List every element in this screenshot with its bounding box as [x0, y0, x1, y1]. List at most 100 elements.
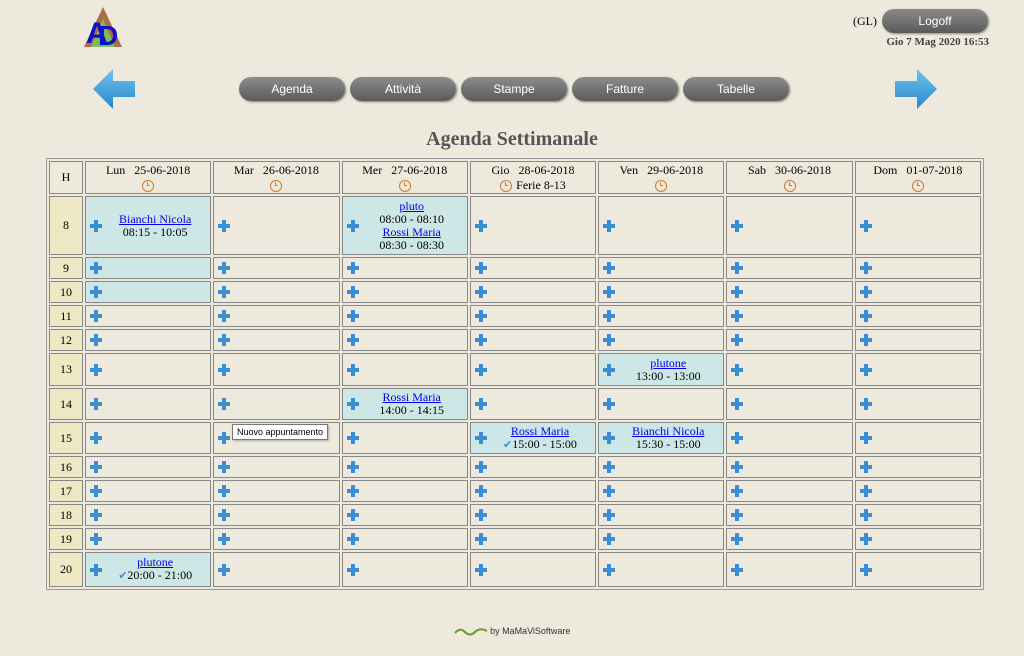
add-appointment-icon[interactable] — [90, 334, 102, 346]
add-appointment-icon[interactable] — [731, 432, 744, 444]
nav-attivita-button[interactable]: Attività — [350, 77, 456, 101]
next-week-arrow-icon[interactable] — [893, 66, 939, 112]
logoff-button[interactable]: Logoff — [882, 9, 988, 33]
add-appointment-icon[interactable] — [859, 398, 872, 410]
add-appointment-icon[interactable] — [346, 363, 359, 376]
clock-icon[interactable] — [398, 179, 411, 192]
add-appointment-icon[interactable] — [474, 432, 487, 444]
add-appointment-icon[interactable] — [90, 432, 102, 444]
add-appointment-icon[interactable] — [218, 432, 231, 444]
appointment-patient-link[interactable]: Rossi Maria — [383, 225, 441, 239]
add-appointment-icon[interactable] — [90, 485, 102, 497]
clock-icon[interactable] — [783, 179, 796, 192]
add-appointment-icon[interactable] — [859, 485, 872, 497]
add-appointment-icon[interactable] — [603, 563, 616, 576]
add-appointment-icon[interactable] — [859, 533, 872, 545]
add-appointment-icon[interactable] — [731, 286, 744, 298]
add-appointment-icon[interactable] — [346, 219, 359, 232]
add-appointment-icon[interactable] — [218, 310, 231, 322]
add-appointment-icon[interactable] — [90, 286, 102, 298]
clock-icon[interactable] — [500, 179, 513, 192]
add-appointment-icon[interactable] — [859, 461, 872, 473]
add-appointment-icon[interactable] — [474, 461, 487, 473]
add-appointment-icon[interactable] — [474, 485, 487, 497]
previous-week-arrow-icon[interactable] — [91, 66, 137, 112]
add-appointment-icon[interactable] — [859, 219, 872, 232]
add-appointment-icon[interactable] — [603, 398, 616, 410]
add-appointment-icon[interactable] — [346, 398, 359, 410]
add-appointment-icon[interactable] — [474, 310, 487, 322]
add-appointment-icon[interactable] — [474, 509, 487, 521]
add-appointment-icon[interactable] — [90, 533, 102, 545]
appointment-patient-link[interactable]: Bianchi Nicola — [119, 212, 191, 226]
add-appointment-icon[interactable] — [731, 563, 744, 576]
add-appointment-icon[interactable] — [603, 485, 616, 497]
add-appointment-icon[interactable] — [218, 286, 231, 298]
add-appointment-icon[interactable] — [603, 334, 616, 346]
add-appointment-icon[interactable] — [474, 533, 487, 545]
add-appointment-icon[interactable] — [603, 509, 616, 521]
add-appointment-icon[interactable] — [474, 262, 487, 274]
clock-icon[interactable] — [655, 179, 668, 192]
add-appointment-icon[interactable] — [346, 262, 359, 274]
appointment-patient-link[interactable]: Bianchi Nicola — [632, 424, 704, 438]
appointment-patient-link[interactable]: plutone — [650, 356, 686, 370]
add-appointment-icon[interactable] — [859, 262, 872, 274]
appointment-patient-link[interactable]: plutone — [137, 555, 173, 569]
add-appointment-icon[interactable] — [859, 363, 872, 376]
add-appointment-icon[interactable] — [218, 509, 231, 521]
add-appointment-icon[interactable] — [346, 432, 359, 444]
appointment-patient-link[interactable]: pluto — [399, 199, 424, 213]
add-appointment-icon[interactable] — [859, 509, 872, 521]
add-appointment-icon[interactable] — [474, 398, 487, 410]
add-appointment-icon[interactable] — [346, 310, 359, 322]
add-appointment-icon[interactable] — [731, 485, 744, 497]
add-appointment-icon[interactable] — [859, 310, 872, 322]
add-appointment-icon[interactable] — [218, 533, 231, 545]
add-appointment-icon[interactable] — [731, 533, 744, 545]
add-appointment-icon[interactable] — [731, 310, 744, 322]
add-appointment-icon[interactable] — [90, 310, 102, 322]
nav-stampe-button[interactable]: Stampe — [461, 77, 567, 101]
add-appointment-icon[interactable] — [859, 334, 872, 346]
add-appointment-icon[interactable] — [603, 461, 616, 473]
nav-fatture-button[interactable]: Fatture — [572, 77, 678, 101]
add-appointment-icon[interactable] — [603, 363, 616, 376]
clock-icon[interactable] — [270, 179, 283, 192]
add-appointment-icon[interactable] — [603, 219, 616, 232]
add-appointment-icon[interactable] — [90, 219, 102, 232]
add-appointment-icon[interactable] — [90, 398, 102, 410]
clock-icon[interactable] — [911, 179, 924, 192]
add-appointment-icon[interactable] — [859, 432, 872, 444]
add-appointment-icon[interactable] — [218, 334, 231, 346]
add-appointment-icon[interactable] — [731, 219, 744, 232]
add-appointment-icon[interactable] — [90, 509, 102, 521]
add-appointment-icon[interactable] — [603, 310, 616, 322]
add-appointment-icon[interactable] — [218, 485, 231, 497]
add-appointment-icon[interactable] — [346, 563, 359, 576]
add-appointment-icon[interactable] — [346, 461, 359, 473]
add-appointment-icon[interactable] — [346, 509, 359, 521]
add-appointment-icon[interactable] — [218, 398, 231, 410]
clock-icon[interactable] — [142, 179, 155, 192]
add-appointment-icon[interactable] — [731, 461, 744, 473]
add-appointment-icon[interactable] — [474, 219, 487, 232]
add-appointment-icon[interactable] — [731, 334, 744, 346]
add-appointment-icon[interactable] — [218, 363, 231, 376]
add-appointment-icon[interactable] — [731, 363, 744, 376]
add-appointment-icon[interactable] — [346, 485, 359, 497]
add-appointment-icon[interactable] — [90, 563, 102, 576]
nav-agenda-button[interactable]: Agenda — [239, 77, 345, 101]
add-appointment-icon[interactable] — [90, 262, 102, 274]
add-appointment-icon[interactable] — [474, 563, 487, 576]
add-appointment-icon[interactable] — [346, 286, 359, 298]
add-appointment-icon[interactable] — [474, 363, 487, 376]
add-appointment-icon[interactable] — [90, 363, 102, 376]
nav-tabelle-button[interactable]: Tabelle — [683, 77, 789, 101]
add-appointment-icon[interactable] — [218, 262, 231, 274]
appointment-patient-link[interactable]: Rossi Maria — [383, 390, 441, 404]
add-appointment-icon[interactable] — [731, 262, 744, 274]
add-appointment-icon[interactable] — [218, 219, 231, 232]
add-appointment-icon[interactable] — [603, 432, 616, 444]
add-appointment-icon[interactable] — [346, 533, 359, 545]
